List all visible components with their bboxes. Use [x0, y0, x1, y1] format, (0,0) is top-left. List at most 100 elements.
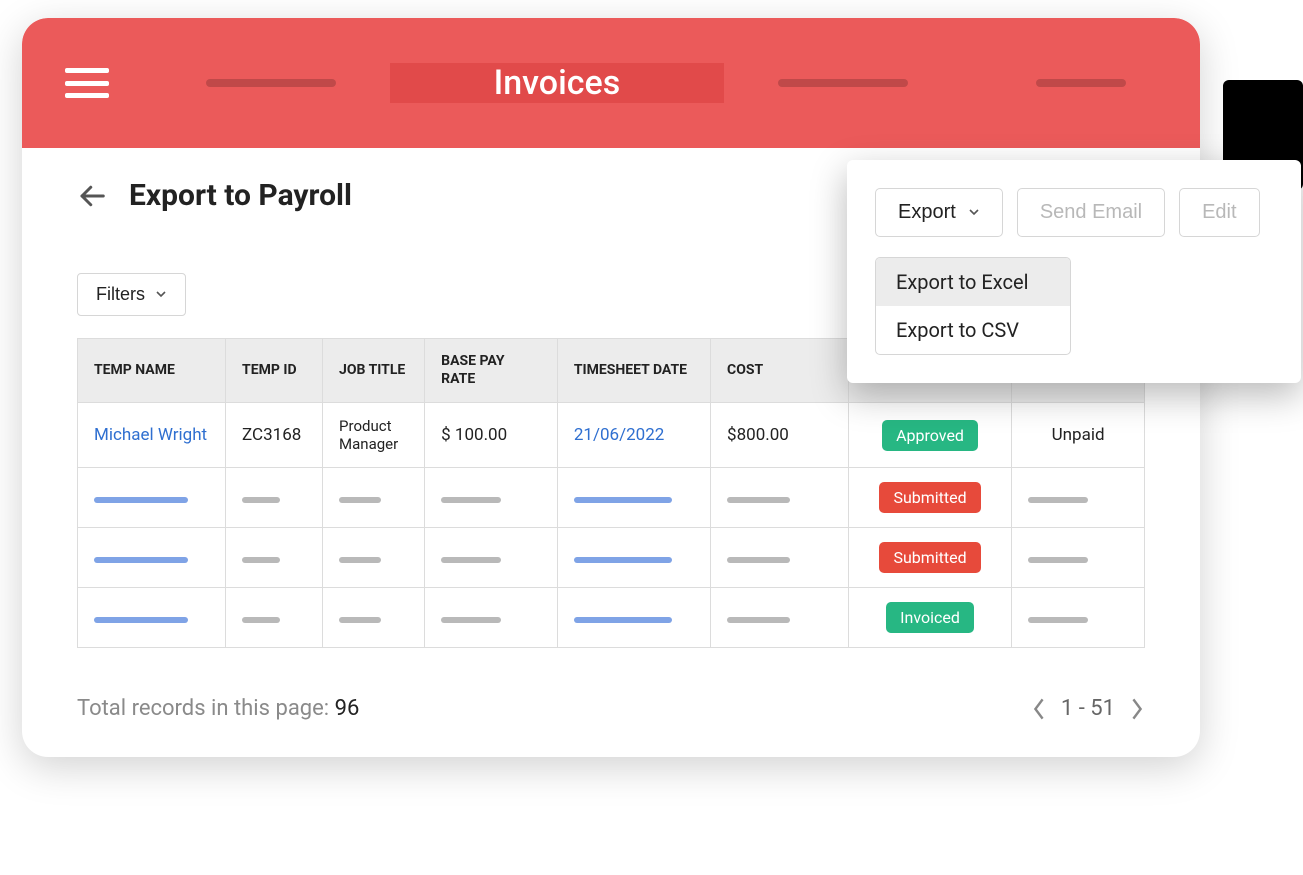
edit-label: Edit	[1202, 201, 1236, 224]
export-dropdown: Export to Excel Export to CSV	[875, 257, 1071, 355]
skeleton-bar	[441, 617, 501, 623]
export-label: Export	[898, 201, 956, 224]
col-temp-id[interactable]: TEMP ID	[226, 339, 323, 403]
pager-range: 1 - 51	[1061, 696, 1115, 721]
table-cell: $ 100.00	[425, 403, 558, 468]
table-row[interactable]: Submitted	[78, 468, 1145, 528]
export-excel-option[interactable]: Export to Excel	[876, 258, 1070, 306]
table-cell	[226, 468, 323, 528]
send-email-button[interactable]: Send Email	[1017, 188, 1165, 237]
table-cell	[711, 468, 849, 528]
table-cell: 21/06/2022	[557, 403, 710, 468]
col-base-pay-rate[interactable]: BASE PAY RATE	[425, 339, 558, 403]
hamburger-menu-icon[interactable]	[65, 68, 109, 98]
skeleton-bar	[574, 617, 673, 623]
table-cell	[226, 588, 323, 648]
table-cell: Approved	[848, 403, 1011, 468]
table-cell	[323, 528, 425, 588]
header-tab-placeholder[interactable]	[962, 79, 1200, 87]
table-cell	[1012, 528, 1145, 588]
skeleton-bar	[339, 617, 380, 623]
skeleton-bar	[242, 497, 280, 503]
col-timesheet-date[interactable]: TIMESHEET DATE	[557, 339, 710, 403]
header: Invoices	[22, 18, 1200, 148]
table-cell: Submitted	[848, 528, 1011, 588]
skeleton-bar	[441, 497, 501, 503]
table-cell: Michael Wright	[78, 403, 226, 468]
filters-label: Filters	[96, 284, 145, 305]
placeholder-bar	[206, 79, 336, 87]
table-footer: Total records in this page: 96 1 - 51	[77, 696, 1145, 721]
total-records: Total records in this page: 96	[77, 696, 359, 721]
skeleton-bar	[574, 497, 673, 503]
col-job-title[interactable]: JOB TITLE	[323, 339, 425, 403]
col-temp-name[interactable]: TEMP NAME	[78, 339, 226, 403]
table-cell: Product Manager	[323, 403, 425, 468]
skeleton-bar	[94, 617, 188, 623]
skeleton-bar	[1028, 497, 1088, 503]
table-cell: ZC3168	[226, 403, 323, 468]
table-cell	[425, 528, 558, 588]
table-cell: Unpaid	[1012, 403, 1145, 468]
skeleton-bar	[574, 557, 673, 563]
filters-button[interactable]: Filters	[77, 273, 186, 316]
skeleton-bar	[339, 557, 380, 563]
table-row[interactable]: Michael WrightZC3168Product Manager$ 100…	[78, 403, 1145, 468]
edit-button[interactable]: Edit	[1179, 188, 1259, 237]
placeholder-bar	[778, 79, 908, 87]
skeleton-bar	[339, 497, 380, 503]
skeleton-bar	[94, 497, 188, 503]
status-badge: Approved	[882, 420, 978, 451]
skeleton-bar	[242, 557, 280, 563]
table-cell: Invoiced	[848, 588, 1011, 648]
table-cell	[711, 528, 849, 588]
status-badge: Submitted	[879, 542, 980, 573]
export-button[interactable]: Export	[875, 188, 1003, 237]
header-tab-label: Invoices	[494, 63, 621, 103]
skeleton-bar	[727, 497, 790, 503]
table-cell: $800.00	[711, 403, 849, 468]
pager-prev-icon[interactable]	[1031, 697, 1047, 721]
table-cell	[78, 528, 226, 588]
table-cell	[323, 468, 425, 528]
actions-popover: Export Send Email Edit Export to Excel E…	[847, 160, 1301, 383]
table-cell	[557, 468, 710, 528]
app-window: Invoices Export to Payroll Filters	[22, 18, 1200, 757]
header-tab-placeholder[interactable]	[724, 79, 962, 87]
skeleton-bar	[94, 557, 188, 563]
table-cell	[1012, 468, 1145, 528]
chevron-down-icon	[968, 201, 980, 224]
status-badge: Submitted	[879, 482, 980, 513]
table-cell	[557, 588, 710, 648]
table-cell	[78, 468, 226, 528]
skeleton-bar	[727, 617, 790, 623]
table-row[interactable]: Submitted	[78, 528, 1145, 588]
status-badge: Invoiced	[886, 602, 974, 633]
skeleton-bar	[441, 557, 501, 563]
col-cost[interactable]: COST	[711, 339, 849, 403]
table-cell	[711, 588, 849, 648]
header-tab-invoices[interactable]: Invoices	[390, 63, 723, 103]
table-cell	[425, 468, 558, 528]
total-records-count: 96	[335, 696, 360, 721]
chevron-down-icon	[155, 284, 167, 305]
export-csv-option[interactable]: Export to CSV	[876, 306, 1070, 354]
table-cell	[557, 528, 710, 588]
table-cell	[1012, 588, 1145, 648]
table-cell	[323, 588, 425, 648]
skeleton-bar	[1028, 617, 1088, 623]
total-records-label: Total records in this page:	[77, 696, 335, 721]
table-cell: Submitted	[848, 468, 1011, 528]
skeleton-bar	[1028, 557, 1088, 563]
payroll-table: TEMP NAME TEMP ID JOB TITLE BASE PAY RAT…	[77, 338, 1145, 648]
pager: 1 - 51	[1031, 696, 1145, 721]
table-cell	[226, 528, 323, 588]
table-cell	[78, 588, 226, 648]
header-tab-placeholder[interactable]	[152, 79, 390, 87]
skeleton-bar	[242, 617, 280, 623]
pager-next-icon[interactable]	[1129, 697, 1145, 721]
back-arrow-icon[interactable]	[77, 181, 107, 211]
table-cell	[425, 588, 558, 648]
skeleton-bar	[727, 557, 790, 563]
table-row[interactable]: Invoiced	[78, 588, 1145, 648]
